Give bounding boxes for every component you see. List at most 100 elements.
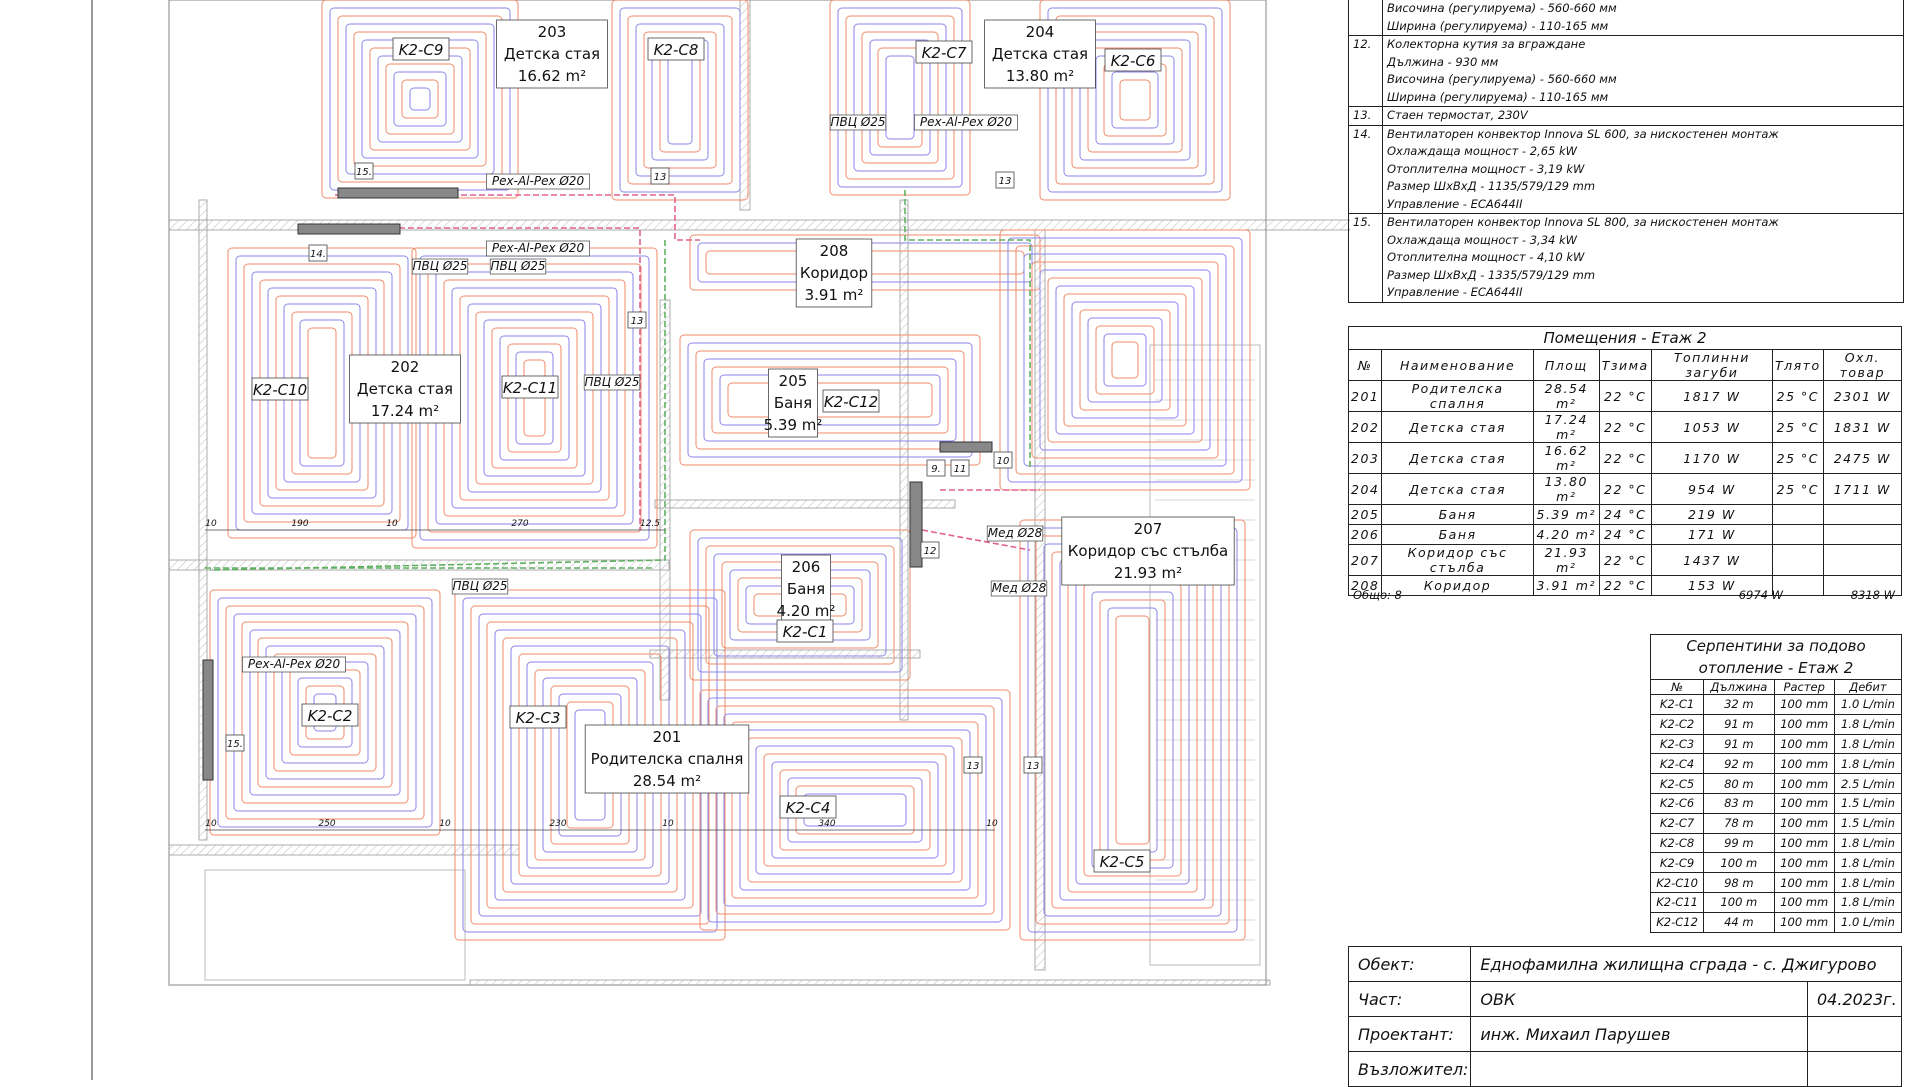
client-empty-cell [1807, 1051, 1902, 1087]
table-cell: 1.0 L/min [1833, 694, 1903, 715]
legend-line: Управление - ECA644II [1387, 196, 1523, 211]
table-cell [1822, 504, 1903, 525]
table-row: K2-C7 78 m 100 mm 1.5 L/min [1649, 812, 1903, 834]
table-cell: 16.62 m² [1532, 442, 1600, 474]
room-area: 28.54 m² [633, 772, 701, 790]
pipe-label: ПВЦ Ø25 [584, 375, 639, 389]
legend-line: Височина (регулируема) - 560-660 мм [1387, 72, 1617, 86]
table-cell: 4.20 m² [1532, 524, 1600, 545]
circuits-table-header: № Дължина Растер Дебит [1649, 679, 1903, 695]
room-number: 202 [391, 358, 420, 376]
table-cell [1772, 504, 1824, 525]
table-cell: 100 mm [1773, 753, 1835, 775]
table-cell: 1711 W [1822, 473, 1903, 505]
room-number: 207 [1134, 520, 1163, 538]
rooms-table-header: № Наименование Площ Тзима Топлинни загуби Тля… [1347, 349, 1903, 381]
fan-coil-15-left [202, 659, 214, 781]
coil-k2-c5 [1115, 615, 1150, 845]
table-cell: 32 m [1703, 694, 1775, 715]
circuit-tag: K2-C10 [253, 381, 307, 399]
rooms-header-cell: Наименование [1381, 349, 1534, 381]
legend-text: Стаен термостат, 230V [1383, 107, 1903, 125]
table-row: 201 Родителска спалня 28.54 m² 22 °C 1817 W2… [1347, 380, 1903, 412]
thermostat-marker: 13 [999, 176, 1012, 187]
thermostat-marker: 13 [967, 761, 980, 772]
coil-k2-c5 [1059, 559, 1206, 901]
table-row: K2-C11 100 m 100 mm 1.8 L/min [1649, 891, 1903, 913]
dimension-value: 190 [291, 519, 308, 529]
circuits-table-caption: Серпентини за подово отопление - Етаж 2 [1650, 634, 1902, 680]
legend-line: Височина (регулируема) - 560-660 мм [1387, 1, 1617, 15]
legend-number: 15. [1349, 214, 1383, 302]
table-cell [1772, 524, 1824, 545]
legend-number: 12. [1349, 36, 1383, 106]
coil-k2-c10 [307, 327, 337, 459]
table-cell: 1.0 L/min [1833, 911, 1903, 933]
wall-segment [168, 844, 520, 856]
table-cell: 1.5 L/min [1833, 792, 1903, 814]
heating-coils [209, 0, 1251, 941]
pipe-label: ПВЦ Ø25 [452, 579, 507, 593]
table-cell: 100 mm [1773, 812, 1835, 834]
coil-k2-c5 [1091, 591, 1174, 869]
circuit-tag: K2-C1 [783, 623, 828, 641]
room-name: Родителска спалня [591, 750, 744, 768]
table-cell: 201 [1347, 380, 1383, 412]
circuit-tag: K2-C3 [516, 709, 561, 727]
room-area: 3.91 m² [805, 286, 864, 304]
table-cell: K2-C2 [1649, 713, 1705, 735]
rooms-total-label: Общо: 8 [1353, 588, 1402, 602]
legend-line: Отоплителна мощност - 3,19 kW [1387, 161, 1585, 176]
room-number: 201 [653, 728, 682, 746]
rooms-total: Общо: 8 6974 W 8318 W [1353, 588, 1901, 602]
part-label: Част: [1347, 981, 1472, 1017]
legend-row: 12. Колекторна кутия за вграждане Дължина … [1349, 36, 1903, 107]
room-name: Детска стая [992, 45, 1088, 63]
table-cell: 24 °C [1598, 504, 1652, 525]
legend-line: Стаен термостат, 230V [1387, 108, 1528, 122]
table-cell: 100 mm [1773, 792, 1835, 814]
rooms-table: Помещения - Етаж 2 № Наименование Площ Тзим… [1347, 326, 1903, 596]
legend-line: Размер ШхВхД - 1335/579/129 mm [1387, 267, 1596, 282]
table-cell: 28.54 m² [1532, 380, 1600, 412]
table-cell: Родителска спалня [1381, 380, 1534, 412]
coil-k2-c6 [1119, 79, 1151, 121]
table-cell: Коридор със стълба [1381, 544, 1534, 576]
circuit-tag: K2-C9 [399, 41, 444, 59]
room-number: 203 [538, 23, 567, 41]
room-area: 4.20 m² [777, 602, 836, 620]
table-cell: 954 W [1650, 473, 1774, 505]
table-cell: 44 m [1703, 911, 1775, 933]
legend-line: Охлаждаща мощност - 3,34 kW [1387, 232, 1578, 247]
marker-label: 14. [310, 249, 326, 260]
table-cell: 100 mm [1773, 773, 1835, 794]
marker-label: 12 [924, 546, 937, 557]
dimension-value: 270 [511, 519, 528, 529]
table-cell: 22 °C [1598, 442, 1652, 474]
wall-segment [899, 199, 909, 721]
pipe-label: ПВЦ Ø25 [490, 259, 545, 273]
dimension-value: 10 [205, 519, 217, 529]
table-cell: 219 W [1650, 504, 1774, 525]
client-label: Възложител: [1347, 1051, 1472, 1087]
coil-k2-c8 [667, 55, 693, 145]
table-cell: K2-C7 [1649, 812, 1705, 834]
marker-label: 15. [356, 167, 372, 178]
dimension-value: 340 [818, 819, 835, 829]
circuits-header-cell: Дебит [1833, 679, 1903, 695]
dimension-value: 10 [439, 819, 451, 829]
coil-k2-c9 [369, 47, 471, 151]
table-cell: 203 [1347, 442, 1383, 474]
pipe-label: ПВЦ Ø25 [412, 259, 467, 273]
circuits-header-cell: Растер [1773, 679, 1835, 695]
legend-text: Колекторна кутия за вграждане Дължина - 9… [1383, 36, 1903, 106]
table-cell: 206 [1347, 524, 1383, 545]
circuit-tag: K2-C11 [503, 379, 557, 397]
table-row: 206 Баня 4.20 m² 24 °C 171 W [1347, 524, 1903, 545]
circuit-tag: K2-C2 [308, 707, 353, 725]
table-cell: K2-C3 [1649, 733, 1705, 755]
circuit-tag: K2-C4 [786, 799, 831, 817]
object-value: Еднофамилна жилищна сграда - с. Джигуров… [1470, 946, 1902, 982]
coil-k2-c8 [659, 47, 701, 153]
coil-k2-c7 [877, 47, 923, 148]
